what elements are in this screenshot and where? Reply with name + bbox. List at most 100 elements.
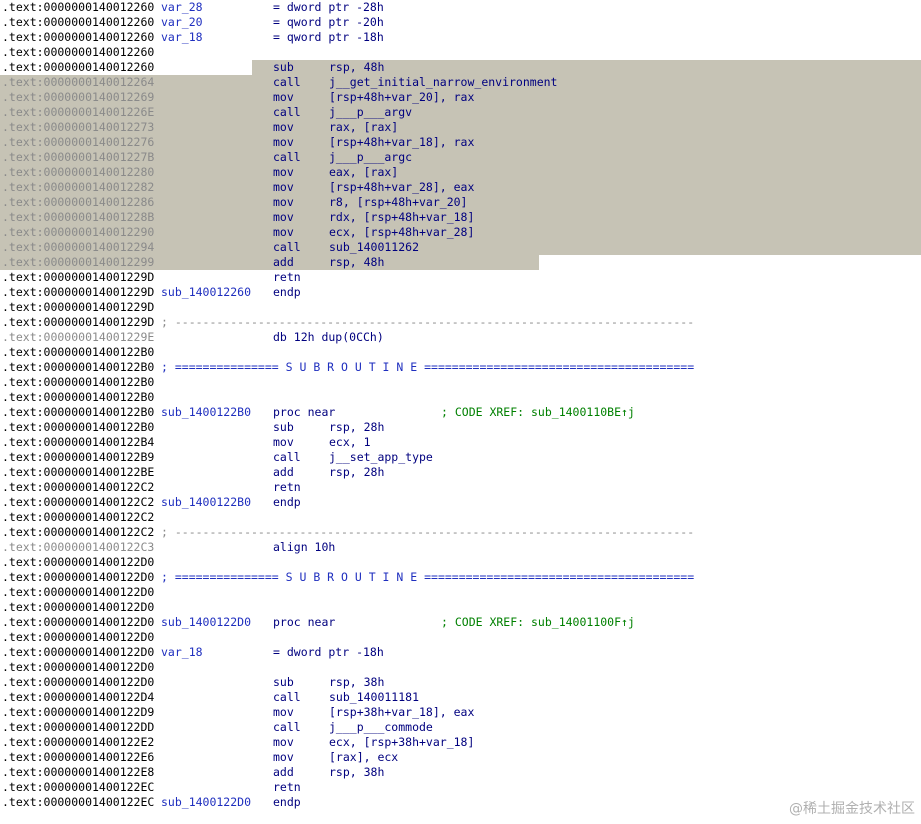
- listing-line[interactable]: .text:000000014001226E call j___p___argv: [0, 105, 921, 120]
- listing-line[interactable]: .text:00000001400122D0: [0, 630, 921, 645]
- line-operands[interactable]: rsp, 38h: [329, 765, 384, 780]
- listing-line[interactable]: .text:00000001400122D0: [0, 555, 921, 570]
- listing-line[interactable]: .text:00000001400122C2 retn: [0, 480, 921, 495]
- line-operands[interactable]: r8, [rsp+48h+var_20]: [329, 195, 467, 210]
- line-label[interactable]: var_20: [161, 15, 203, 30]
- line-address: .text:00000001400122B0: [2, 390, 155, 404]
- line-operands[interactable]: j__set_app_type: [329, 450, 433, 465]
- line-operands[interactable]: rsp, 28h: [329, 420, 384, 435]
- line-operands[interactable]: [rax], ecx: [329, 750, 398, 765]
- listing-line[interactable]: .text:00000001400122B0: [0, 390, 921, 405]
- watermark: @稀土掘金技术社区: [789, 801, 915, 817]
- line-operands[interactable]: rsp, 28h: [329, 465, 384, 480]
- line-operands[interactable]: rsp, 48h: [329, 60, 384, 75]
- line-address: .text:0000000140012282: [2, 180, 155, 194]
- line-label[interactable]: sub_140012260: [161, 285, 251, 300]
- listing-line[interactable]: .text:00000001400122E8 add rsp, 38h: [0, 765, 921, 780]
- listing-line[interactable]: .text:00000001400122D0: [0, 585, 921, 600]
- line-address: .text:00000001400122B0: [2, 405, 155, 419]
- listing-line[interactable]: .text:000000014001229D sub_140012260 endp: [0, 285, 921, 300]
- listing-line[interactable]: .text:00000001400122BE add rsp, 28h: [0, 465, 921, 480]
- listing-line[interactable]: .text:000000014001229D ; ----------------…: [0, 315, 921, 330]
- listing-line[interactable]: .text:000000014001229E db 12h dup(0CCh): [0, 330, 921, 345]
- listing-line[interactable]: .text:00000001400122D0: [0, 660, 921, 675]
- line-operands[interactable]: [rsp+48h+var_20], rax: [329, 90, 474, 105]
- listing-line[interactable]: .text:00000001400122B0: [0, 375, 921, 390]
- listing-line[interactable]: .text:00000001400122C2 sub_1400122B0 endp: [0, 495, 921, 510]
- listing-line[interactable]: .text:00000001400122D9 mov [rsp+38h+var_18…: [0, 705, 921, 720]
- listing-line[interactable]: .text:00000001400122C3 align 10h: [0, 540, 921, 555]
- listing-line[interactable]: .text:00000001400122EC retn: [0, 780, 921, 795]
- listing-line[interactable]: .text:00000001400122D0 var_18 = dword ptr …: [0, 645, 921, 660]
- line-operands[interactable]: rsp, 38h: [329, 675, 384, 690]
- line-label[interactable]: sub_1400122D0: [161, 795, 251, 810]
- line-operands[interactable]: rdx, [rsp+48h+var_18]: [329, 210, 474, 225]
- line-label[interactable]: var_28: [161, 0, 203, 15]
- listing-line[interactable]: .text:0000000140012282 mov [rsp+48h+var_28…: [0, 180, 921, 195]
- listing-line[interactable]: .text:00000001400122B4 mov ecx, 1: [0, 435, 921, 450]
- listing-line[interactable]: .text:0000000140012260 var_28 = dword ptr …: [0, 0, 921, 15]
- listing-line[interactable]: .text:000000014001229D retn: [0, 270, 921, 285]
- listing-line[interactable]: .text:0000000140012260 var_20 = qword ptr …: [0, 15, 921, 30]
- listing-line[interactable]: .text:000000014001229D: [0, 300, 921, 315]
- listing-line[interactable]: .text:0000000140012299 add rsp, 48h: [0, 255, 921, 270]
- line-address: .text:00000001400122D0: [2, 675, 155, 689]
- listing-line[interactable]: .text:00000001400122B0 sub rsp, 28h: [0, 420, 921, 435]
- listing-line[interactable]: .text:00000001400122C2: [0, 510, 921, 525]
- line-operands[interactable]: [rsp+48h+var_18], rax: [329, 135, 474, 150]
- listing-line[interactable]: .text:00000001400122EC sub_1400122D0 endp: [0, 795, 921, 810]
- line-address: .text:00000001400122D0: [2, 630, 155, 644]
- disassembly-listing[interactable]: .text:0000000140012260 var_28 = dword ptr …: [0, 0, 921, 824]
- listing-line[interactable]: .text:0000000140012276 mov [rsp+48h+var_18…: [0, 135, 921, 150]
- line-operands[interactable]: [rsp+38h+var_18], eax: [329, 705, 474, 720]
- listing-line[interactable]: .text:0000000140012294 call sub_140011262: [0, 240, 921, 255]
- line-label[interactable]: var_18: [161, 30, 203, 45]
- listing-line[interactable]: .text:0000000140012273 mov rax, [rax]: [0, 120, 921, 135]
- listing-line[interactable]: .text:0000000140012260 var_18 = qword ptr …: [0, 30, 921, 45]
- line-operands[interactable]: eax, [rax]: [329, 165, 398, 180]
- listing-line[interactable]: .text:00000001400122D0 sub_1400122D0 proc …: [0, 615, 921, 630]
- listing-line[interactable]: .text:00000001400122E2 mov ecx, [rsp+38h+v…: [0, 735, 921, 750]
- listing-line[interactable]: .text:0000000140012286 mov r8, [rsp+48h+va…: [0, 195, 921, 210]
- listing-line[interactable]: .text:0000000140012280 mov eax, [rax]: [0, 165, 921, 180]
- listing-line[interactable]: .text:00000001400122B9 call j__set_app_typ…: [0, 450, 921, 465]
- line-operands[interactable]: ecx, [rsp+48h+var_28]: [329, 225, 474, 240]
- line-operands[interactable]: j___p___argv: [329, 105, 412, 120]
- line-label[interactable]: sub_1400122B0: [161, 405, 251, 420]
- listing-line[interactable]: .text:000000014001227B call j___p___argc: [0, 150, 921, 165]
- line-mnemonic: mov: [273, 135, 294, 149]
- line-mnemonic: = qword ptr -20h: [273, 15, 384, 29]
- line-operands[interactable]: rax, [rax]: [329, 120, 398, 135]
- line-operands[interactable]: j__get_initial_narrow_environment: [329, 75, 557, 90]
- listing-line[interactable]: .text:00000001400122B0 ; =============== …: [0, 360, 921, 375]
- line-operands[interactable]: sub_140011181: [329, 690, 419, 705]
- listing-line[interactable]: .text:00000001400122B0 sub_1400122B0 proc …: [0, 405, 921, 420]
- line-label[interactable]: sub_1400122D0: [161, 615, 251, 630]
- listing-line[interactable]: .text:0000000140012269 mov [rsp+48h+var_20…: [0, 90, 921, 105]
- line-operands[interactable]: sub_140011262: [329, 240, 419, 255]
- line-operands[interactable]: rsp, 48h: [329, 255, 384, 270]
- line-label[interactable]: var_18: [161, 645, 203, 660]
- listing-line[interactable]: .text:0000000140012260 sub rsp, 48h: [0, 60, 921, 75]
- listing-line[interactable]: .text:00000001400122D0 sub rsp, 38h: [0, 675, 921, 690]
- listing-line[interactable]: .text:0000000140012290 mov ecx, [rsp+48h+v…: [0, 225, 921, 240]
- line-address: .text:0000000140012264: [2, 75, 155, 89]
- line-operands[interactable]: j___p___commode: [329, 720, 433, 735]
- listing-line[interactable]: .text:0000000140012260: [0, 45, 921, 60]
- listing-line[interactable]: .text:00000001400122B0: [0, 345, 921, 360]
- listing-line[interactable]: .text:00000001400122E6 mov [rax], ecx: [0, 750, 921, 765]
- listing-line[interactable]: .text:000000014001228B mov rdx, [rsp+48h+v…: [0, 210, 921, 225]
- listing-line[interactable]: .text:00000001400122DD call j___p___commod…: [0, 720, 921, 735]
- line-operands[interactable]: ecx, 1: [329, 435, 371, 450]
- listing-line[interactable]: .text:00000001400122C2 ; ----------------…: [0, 525, 921, 540]
- line-operands[interactable]: [rsp+48h+var_28], eax: [329, 180, 474, 195]
- listing-line[interactable]: .text:00000001400122D4 call sub_140011181: [0, 690, 921, 705]
- line-operands[interactable]: j___p___argc: [329, 150, 412, 165]
- listing-line[interactable]: .text:00000001400122D0: [0, 600, 921, 615]
- listing-line[interactable]: .text:00000001400122D0 ; =============== …: [0, 570, 921, 585]
- line-mnemonic: add: [273, 465, 294, 479]
- listing-line[interactable]: .text:0000000140012264 call j__get_initial…: [0, 75, 921, 90]
- line-operands[interactable]: ecx, [rsp+38h+var_18]: [329, 735, 474, 750]
- line-label[interactable]: sub_1400122B0: [161, 495, 251, 510]
- line-address: .text:00000001400122C2: [2, 495, 155, 509]
